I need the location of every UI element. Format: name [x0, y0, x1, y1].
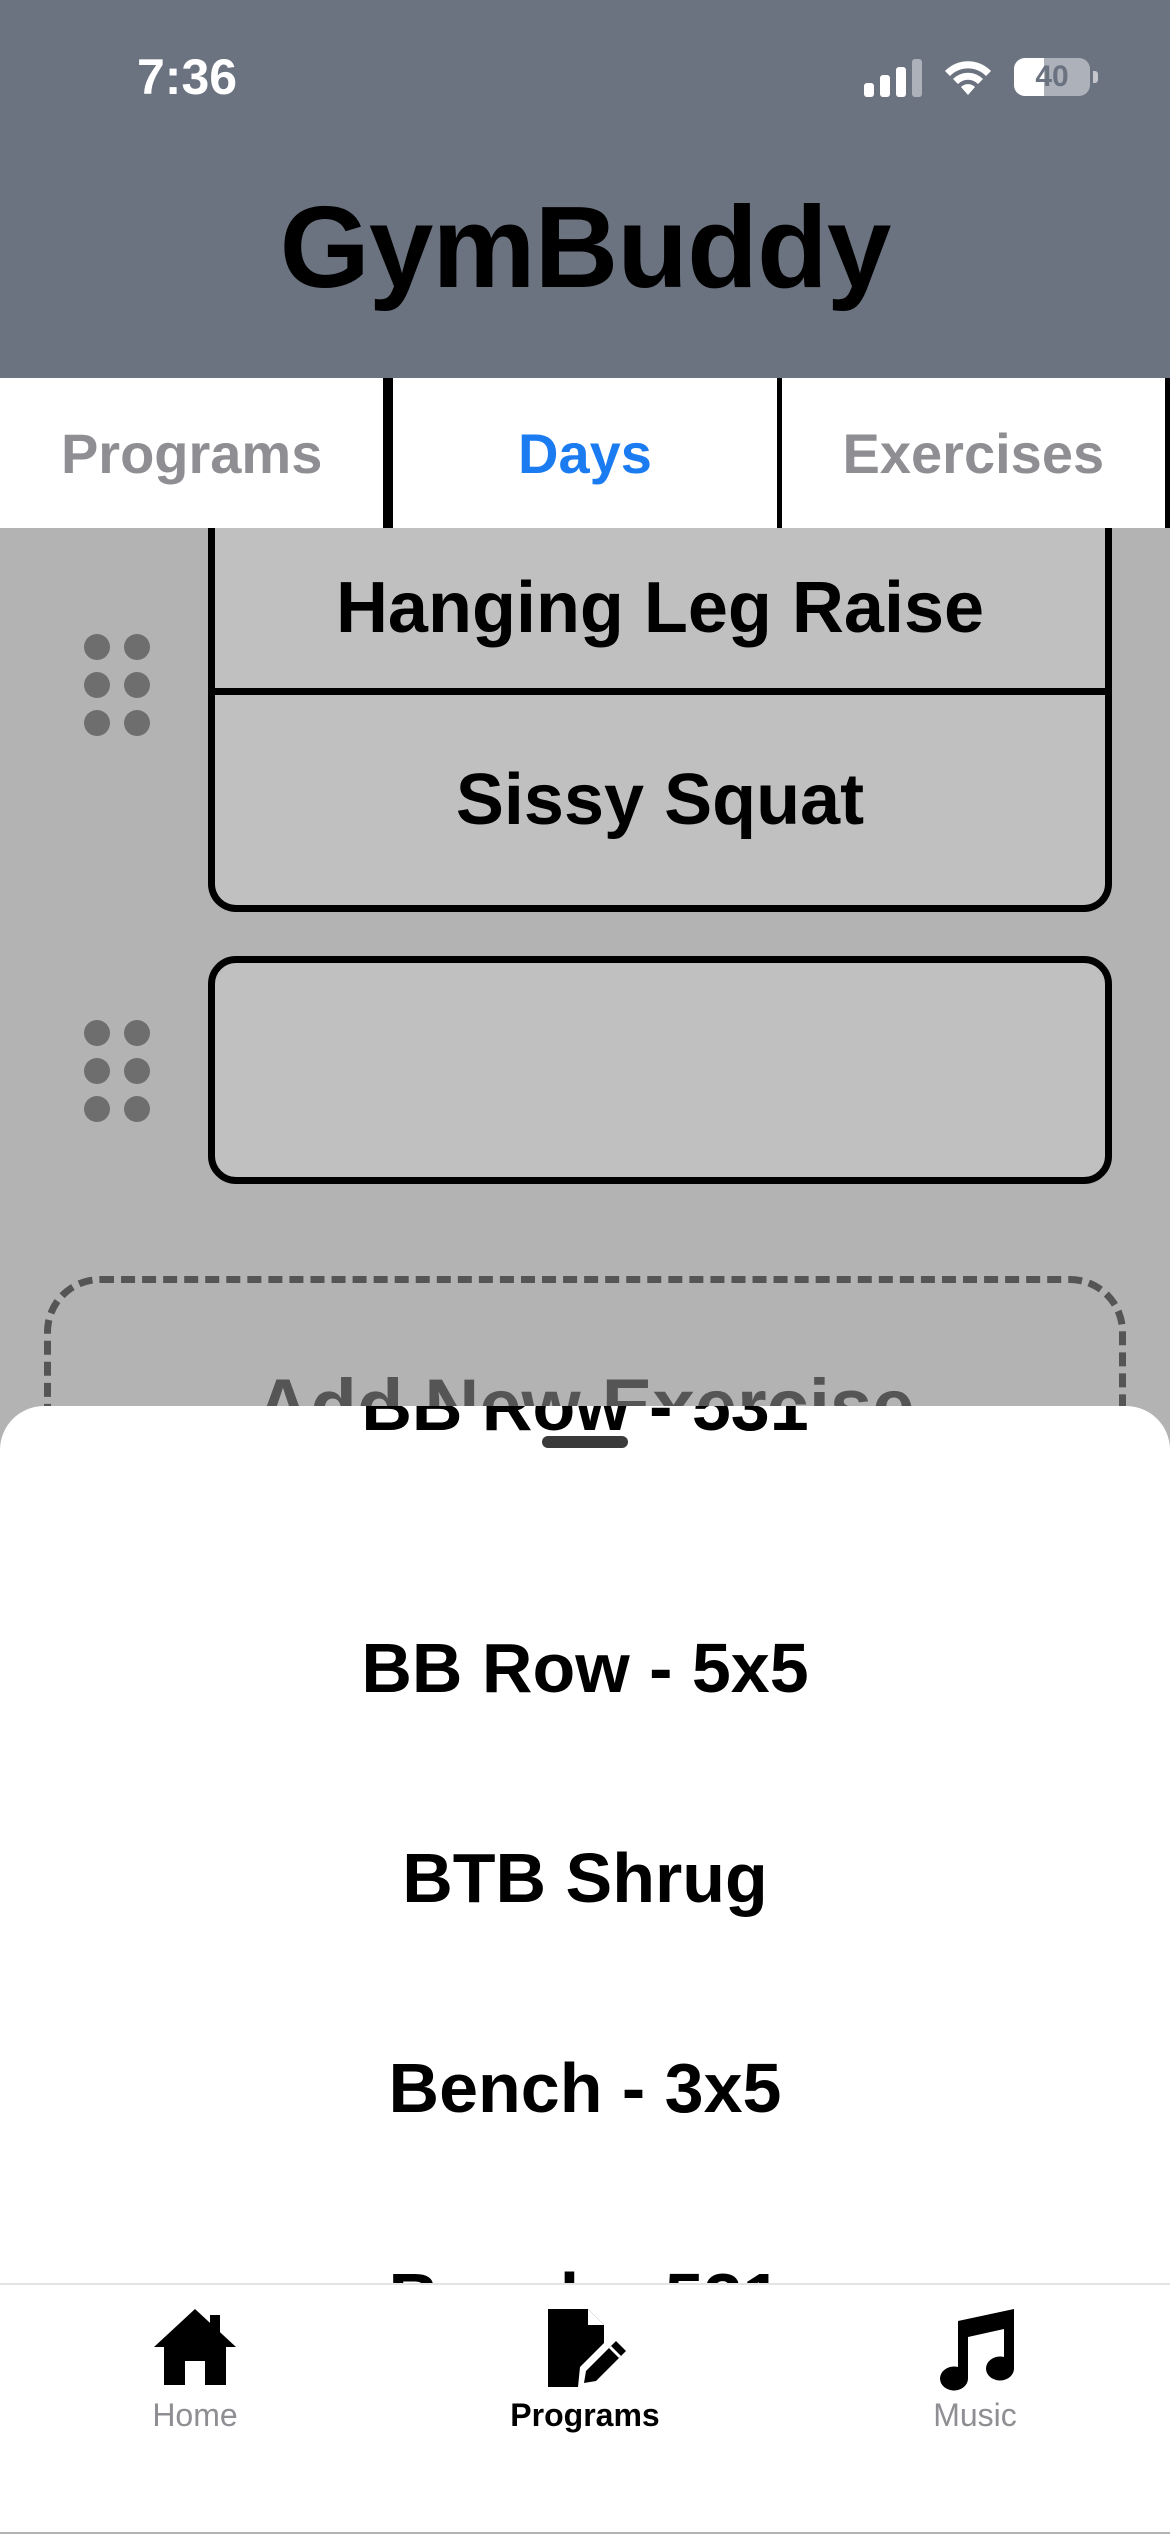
- app-header: 7:36 40 GymBuddy: [0, 0, 1170, 378]
- picker-item[interactable]: BB Row - 5x5: [0, 1628, 1170, 1708]
- status-time: 7:36: [137, 49, 238, 105]
- cellular-signal-icon: [864, 57, 922, 97]
- tab-days[interactable]: Days: [388, 378, 782, 528]
- battery-percentage: 40: [1035, 60, 1069, 93]
- exercise-group-card[interactable]: Hanging Leg Raise Sissy Squat: [208, 528, 1112, 912]
- sheet-grabber[interactable]: [542, 1436, 628, 1448]
- add-new-exercise-button[interactable]: Add New Exercise: [44, 1276, 1126, 1408]
- exercise-row[interactable]: Hanging Leg Raise: [215, 528, 1105, 688]
- app-title: GymBuddy: [279, 182, 892, 312]
- picker-item[interactable]: BTB Shrug: [0, 1838, 1170, 1918]
- battery-icon: 40: [1014, 58, 1098, 96]
- edit-document-icon: [548, 2309, 626, 2387]
- nav-music[interactable]: Music: [780, 2285, 1170, 2534]
- status-icons: 40: [864, 52, 1098, 102]
- nav-music-label: Music: [933, 2397, 1017, 2433]
- wifi-icon: [945, 61, 991, 95]
- nav-home-label: Home: [152, 2397, 238, 2433]
- empty-exercise-group-card[interactable]: [208, 956, 1112, 1184]
- bottom-tab-bar: Home Programs Music: [0, 2283, 1170, 2532]
- nav-programs[interactable]: Programs: [390, 2285, 780, 2534]
- day-exercise-list: Hanging Leg Raise Sissy Squat Add New Ex…: [0, 528, 1170, 1408]
- picker-item[interactable]: Bench - 3x5: [0, 2048, 1170, 2128]
- exercise-picker-sheet: BB Row - 531 BB Row - 5x5 BTB Shrug Benc…: [0, 1406, 1170, 2283]
- home-icon: [154, 2309, 236, 2385]
- tab-exercises[interactable]: Exercises: [782, 378, 1170, 528]
- music-note-icon: [940, 2309, 1014, 2391]
- drag-handle-icon[interactable]: [84, 1020, 150, 1124]
- exercise-row[interactable]: Sissy Squat: [215, 688, 1105, 905]
- nav-home[interactable]: Home: [0, 2285, 390, 2534]
- drag-handle-icon[interactable]: [84, 634, 150, 738]
- exercise-picker-list[interactable]: BB Row - 531 BB Row - 5x5 BTB Shrug Benc…: [0, 1406, 1170, 2283]
- tab-programs[interactable]: Programs: [0, 378, 389, 528]
- nav-programs-label: Programs: [510, 2397, 660, 2433]
- top-tabs: Programs Days Exercises: [0, 378, 1170, 528]
- picker-item[interactable]: Bench - 531: [0, 2258, 1170, 2283]
